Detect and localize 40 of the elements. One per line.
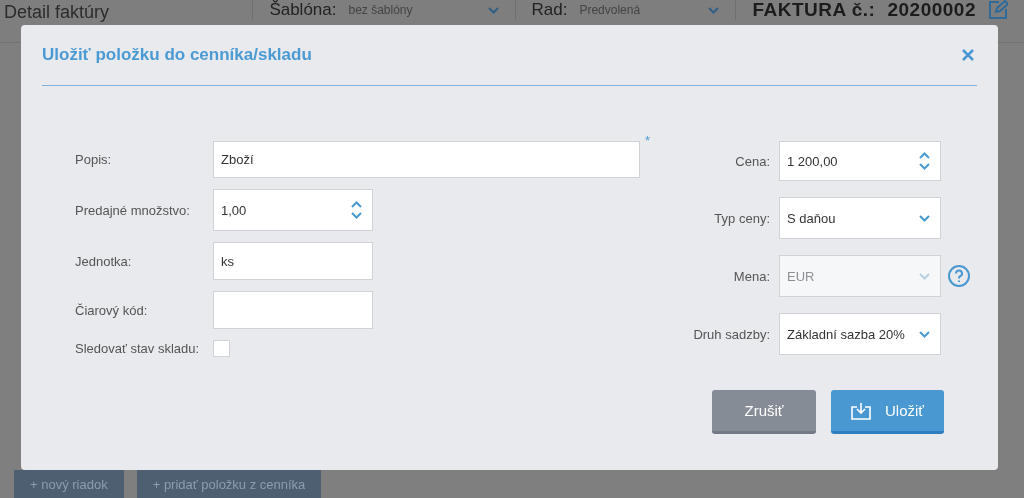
caret-down-icon: [708, 6, 720, 14]
save-button[interactable]: Uložiť: [831, 390, 944, 434]
download-icon: [851, 401, 871, 420]
field-label: Predajné množstvo:: [75, 202, 191, 218]
checkbox[interactable]: [213, 340, 230, 357]
field-label: Typ ceny:: [713, 210, 771, 226]
field-label: Čiarový kód:: [75, 302, 149, 318]
number-field[interactable]: 1,00: [213, 189, 373, 231]
spinner-arrows-icon[interactable]: [351, 200, 362, 220]
field-label: Jednotka:: [75, 253, 133, 269]
field-label: Mena:: [732, 268, 771, 284]
field-label: Popis:: [75, 152, 113, 167]
series-label: Rad:: [531, 0, 568, 20]
text-field[interactable]: ks: [213, 242, 373, 280]
page-title: Detail faktúry: [4, 1, 111, 23]
edit-icon[interactable]: [988, 0, 1008, 20]
select-field[interactable]: S daňou: [779, 197, 941, 239]
template-select[interactable]: bez šablóny: [348, 3, 499, 17]
select-field[interactable]: Základní sazba 20%: [779, 313, 941, 355]
add-row-button[interactable]: + nový riadok: [14, 470, 124, 498]
template-label: Šablóna:: [269, 0, 337, 20]
cancel-button[interactable]: Zrušiť: [712, 390, 816, 434]
invoice-number: 20200002: [887, 0, 976, 21]
series-select[interactable]: Predvolená: [579, 3, 720, 17]
caret-down-icon: [487, 6, 499, 14]
dialog-title: Uložiť položku do cenníka/skladu: [42, 45, 312, 65]
caret-down-icon: [919, 214, 930, 222]
caret-down-icon: [919, 272, 930, 280]
required-mark: *: [644, 133, 650, 148]
field-label: Cena:: [734, 153, 771, 169]
caret-down-icon: [919, 330, 930, 338]
invoice-label: FAKTURA č.:: [752, 0, 876, 21]
text-field[interactable]: [213, 291, 373, 329]
spinner-arrows-icon[interactable]: [919, 151, 930, 171]
add-row-button[interactable]: + pridať položku z cenníka: [136, 470, 322, 498]
field-label: Druh sadzby:: [692, 326, 771, 342]
text-field[interactable]: Zboží: [213, 141, 640, 178]
field-label: Sledovať stav skladu:: [75, 341, 201, 356]
close-button[interactable]: [961, 48, 975, 62]
number-field[interactable]: 1 200,00: [779, 141, 941, 181]
